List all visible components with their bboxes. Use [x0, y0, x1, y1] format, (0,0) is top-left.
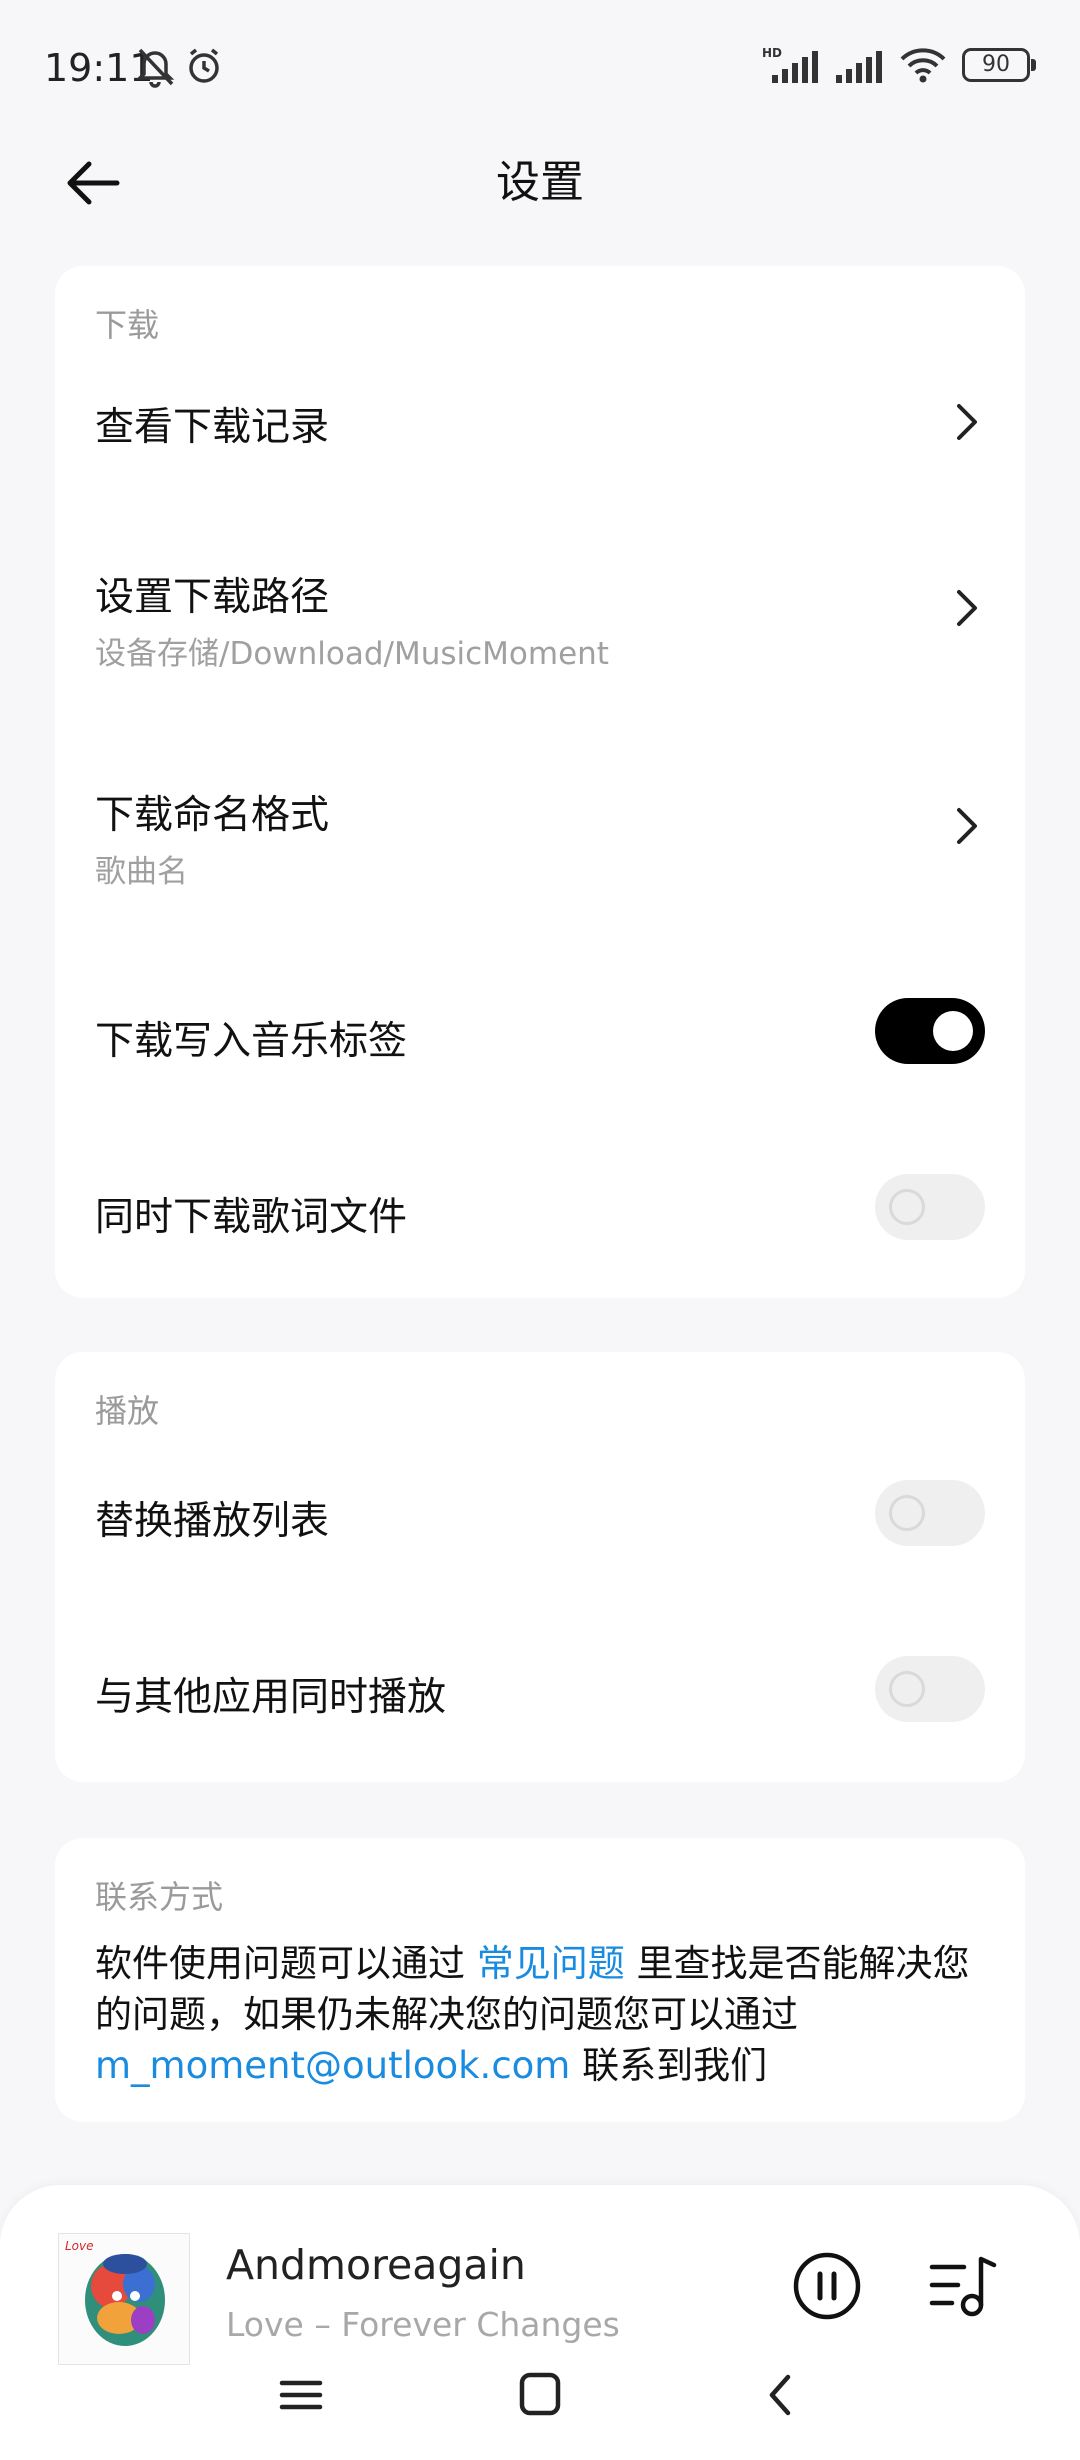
row-label: 设置下载路径 — [95, 575, 330, 620]
row-sub-path: 设备存储/Download/MusicMoment — [95, 636, 609, 672]
faq-link[interactable]: 常见问题 — [477, 1942, 625, 1985]
menu-icon[interactable] — [270, 2365, 330, 2425]
contact-text: 软件使用问题可以通过 常见问题 里查找是否能解决您的问题，如果仍未解决您的问题您… — [95, 1938, 990, 2091]
row-label: 下载写入音乐标签 — [95, 1019, 408, 1064]
status-left-icons — [135, 44, 226, 92]
status-right-icons: HD 90 — [762, 42, 1036, 88]
back-nav-icon[interactable] — [750, 2365, 810, 2425]
battery-indicator: 90 — [962, 48, 1036, 82]
alarm-icon — [189, 48, 219, 83]
chevron-right-icon — [957, 404, 977, 440]
row-write-tags: 下载写入音乐标签 — [55, 966, 1025, 1096]
top-app-bar: 设置 — [0, 130, 1080, 250]
row-download-history[interactable]: 查看下载记录 — [55, 356, 1025, 486]
song-title: Andmoreagain — [226, 2241, 526, 2289]
row-label: 替换播放列表 — [95, 1499, 330, 1544]
row-label: 下载命名格式 — [95, 793, 330, 838]
row-download-path[interactable]: 设置下载路径 设备存储/Download/MusicMoment — [55, 536, 1025, 676]
playlist-queue-icon[interactable] — [928, 2253, 998, 2323]
row-download-naming[interactable]: 下载命名格式 歌曲名 — [55, 754, 1025, 894]
contact-text-part: 软件使用问题可以通过 — [95, 1942, 477, 1985]
album-cover[interactable]: Love — [58, 2233, 190, 2365]
song-artist-album: Love – Forever Changes — [226, 2305, 620, 2344]
row-label: 同时下载歌词文件 — [95, 1195, 408, 1240]
section-title-download: 下载 — [95, 306, 160, 344]
svg-text:HD: HD — [762, 46, 782, 60]
toggle-download-lyrics[interactable] — [875, 1174, 985, 1240]
section-title-playback: 播放 — [95, 1392, 160, 1430]
row-replace-playlist: 替换播放列表 — [55, 1448, 1025, 1578]
row-download-lyrics: 同时下载歌词文件 — [55, 1142, 1025, 1272]
toggle-mix-with-others[interactable] — [875, 1656, 985, 1722]
page-title: 设置 — [496, 157, 584, 208]
row-mix-with-others: 与其他应用同时播放 — [55, 1624, 1025, 1754]
toggle-write-tags[interactable] — [875, 998, 985, 1064]
album-art-image: Love — [59, 2234, 189, 2364]
signal-hd-icon: HD — [762, 46, 818, 83]
row-label: 查看下载记录 — [95, 405, 330, 450]
status-bar: 19:11 HD 90 — [0, 0, 1080, 130]
chevron-right-icon — [957, 808, 977, 844]
row-sub-naming: 歌曲名 — [95, 854, 188, 890]
contact-card: 联系方式 软件使用问题可以通过 常见问题 里查找是否能解决您的问题，如果仍未解决… — [55, 1838, 1025, 2122]
mute-bell-icon — [135, 48, 175, 88]
chevron-right-icon — [957, 590, 977, 626]
email-link[interactable]: m_moment@outlook.com — [95, 2044, 570, 2087]
wifi-icon — [900, 48, 946, 83]
contact-text-part: 联系到我们 — [570, 2044, 768, 2087]
signal-icon — [836, 51, 882, 83]
pause-icon[interactable] — [792, 2251, 862, 2321]
playback-settings-card: 播放 替换播放列表 与其他应用同时播放 — [55, 1352, 1025, 1782]
section-title-contact: 联系方式 — [95, 1878, 224, 1916]
toggle-replace-playlist[interactable] — [875, 1480, 985, 1546]
svg-text:Love: Love — [65, 2239, 94, 2253]
download-settings-card: 下载 查看下载记录 设置下载路径 设备存储/Download/MusicMome… — [55, 266, 1025, 1298]
system-nav-bar — [0, 2365, 1080, 2435]
row-label: 与其他应用同时播放 — [95, 1675, 447, 1720]
home-icon[interactable] — [510, 2365, 570, 2425]
